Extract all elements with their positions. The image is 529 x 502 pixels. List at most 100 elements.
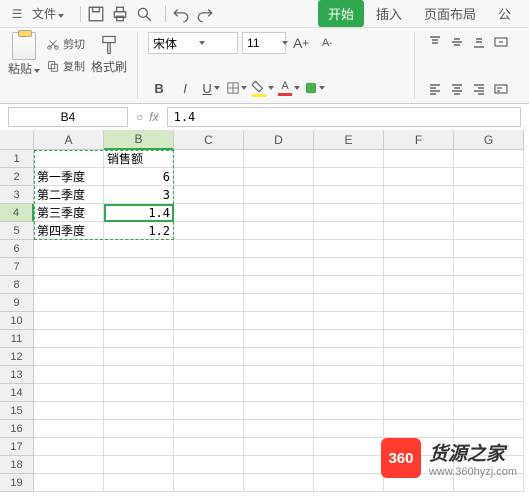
cell[interactable] [384,222,454,240]
cell[interactable] [314,258,384,276]
cell[interactable]: 第四季度 [34,222,104,240]
wrap-icon[interactable] [491,79,511,99]
cell[interactable] [384,186,454,204]
format-painter-button[interactable]: 格式刷 [91,34,127,75]
cell[interactable] [314,474,384,492]
cell[interactable] [454,258,524,276]
italic-button[interactable]: I [174,77,196,99]
cell[interactable] [244,330,314,348]
font-color-button[interactable]: A [278,77,300,99]
cell[interactable] [174,222,244,240]
cell[interactable] [454,384,524,402]
cell[interactable] [384,348,454,366]
row-header[interactable]: 3 [0,186,34,204]
cell[interactable] [384,366,454,384]
cell[interactable] [454,312,524,330]
cell[interactable] [104,258,174,276]
cell[interactable] [104,240,174,258]
col-header[interactable]: E [314,130,384,150]
cell[interactable] [384,294,454,312]
col-header[interactable]: F [384,130,454,150]
fill-color-button[interactable] [252,77,274,99]
tab-formula[interactable]: 公 [488,0,521,27]
cell[interactable] [34,384,104,402]
cell[interactable] [454,240,524,258]
file-menu[interactable]: 文件 [32,5,64,22]
cell[interactable] [244,420,314,438]
cell[interactable]: 1.4 [104,204,174,222]
cell[interactable] [174,150,244,168]
cell[interactable] [34,456,104,474]
cell[interactable] [454,330,524,348]
align-right-icon[interactable] [469,79,489,99]
cell[interactable] [244,402,314,420]
cell[interactable] [314,204,384,222]
fx-icon[interactable]: fx [149,110,158,124]
cell[interactable] [104,456,174,474]
cell[interactable] [454,186,524,204]
cell[interactable] [384,420,454,438]
cell[interactable] [174,204,244,222]
cell[interactable] [314,168,384,186]
cell[interactable] [174,348,244,366]
cell[interactable] [174,456,244,474]
cancel-icon[interactable]: ○ [136,110,143,124]
formula-bar[interactable]: 1.4 [167,107,521,127]
cell[interactable] [454,150,524,168]
bold-button[interactable]: B [148,77,170,99]
cell[interactable] [244,366,314,384]
cell[interactable] [174,168,244,186]
cell[interactable] [314,330,384,348]
cell[interactable] [454,420,524,438]
cell[interactable]: 6 [104,168,174,186]
cell[interactable] [244,240,314,258]
cell[interactable] [174,474,244,492]
cell[interactable] [174,240,244,258]
row-header[interactable]: 19 [0,474,34,492]
undo-icon[interactable] [172,5,190,23]
cell[interactable] [244,258,314,276]
align-bottom-icon[interactable] [469,32,489,52]
row-header[interactable]: 11 [0,330,34,348]
cell[interactable] [244,438,314,456]
cell[interactable]: 第一季度 [34,168,104,186]
cell[interactable] [244,168,314,186]
row-header[interactable]: 9 [0,294,34,312]
cell[interactable] [244,294,314,312]
cell[interactable] [244,222,314,240]
cell[interactable] [104,384,174,402]
preview-icon[interactable] [135,5,153,23]
row-header[interactable]: 7 [0,258,34,276]
cell[interactable] [384,312,454,330]
cell[interactable] [34,366,104,384]
menu-icon[interactable]: ☰ [8,5,26,23]
cell[interactable] [34,258,104,276]
row-header[interactable]: 4 [0,204,34,222]
cell[interactable] [34,312,104,330]
cell[interactable] [314,312,384,330]
cell[interactable] [174,312,244,330]
row-header[interactable]: 14 [0,384,34,402]
copy-button[interactable]: 复制 [44,57,87,75]
increase-font-icon[interactable]: A+ [290,32,312,54]
cell[interactable] [104,330,174,348]
cell[interactable] [384,276,454,294]
tab-insert[interactable]: 插入 [366,0,412,27]
cell[interactable] [104,420,174,438]
align-left-icon[interactable] [425,79,445,99]
cell[interactable] [174,420,244,438]
tab-start[interactable]: 开始 [318,0,364,27]
cell[interactable] [104,402,174,420]
cell[interactable] [244,384,314,402]
cut-button[interactable]: 剪切 [44,35,87,53]
cell[interactable] [314,384,384,402]
cell[interactable] [454,294,524,312]
cell[interactable] [104,348,174,366]
cell[interactable] [314,186,384,204]
col-header[interactable]: A [34,130,104,150]
cell[interactable] [314,240,384,258]
cell[interactable] [384,168,454,186]
cell[interactable] [244,312,314,330]
cell[interactable]: 第二季度 [34,186,104,204]
style-button[interactable] [304,77,326,99]
